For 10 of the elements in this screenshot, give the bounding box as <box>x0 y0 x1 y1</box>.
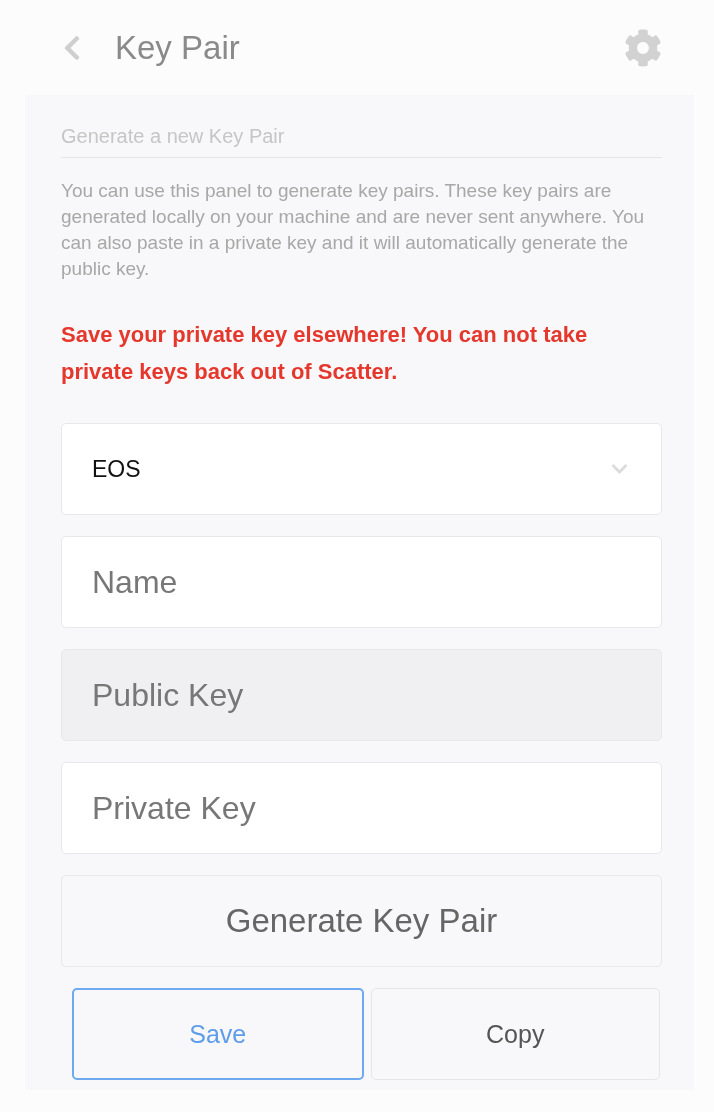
description-text: You can use this panel to generate key pairs. These key pairs are generated locally on your machine and are never sent anywhere. You can also paste in a private key and it will automatically generate the public key. <box>61 179 646 281</box>
page-title: Key Pair <box>115 27 241 68</box>
input-field[interactable]: Name <box>61 536 662 628</box>
settings-icon[interactable] <box>624 28 662 67</box>
action-button[interactable]: Copy <box>370 988 660 1080</box>
network-select[interactable]: EOS <box>61 423 662 515</box>
input-field[interactable]: Private Key <box>61 762 662 854</box>
back-icon[interactable] <box>62 33 82 62</box>
warning-text: Save your private key elsewhere! You can not take private keys back out of Scatter. <box>61 321 589 386</box>
generate-button[interactable]: Generate Key Pair <box>61 875 662 967</box>
